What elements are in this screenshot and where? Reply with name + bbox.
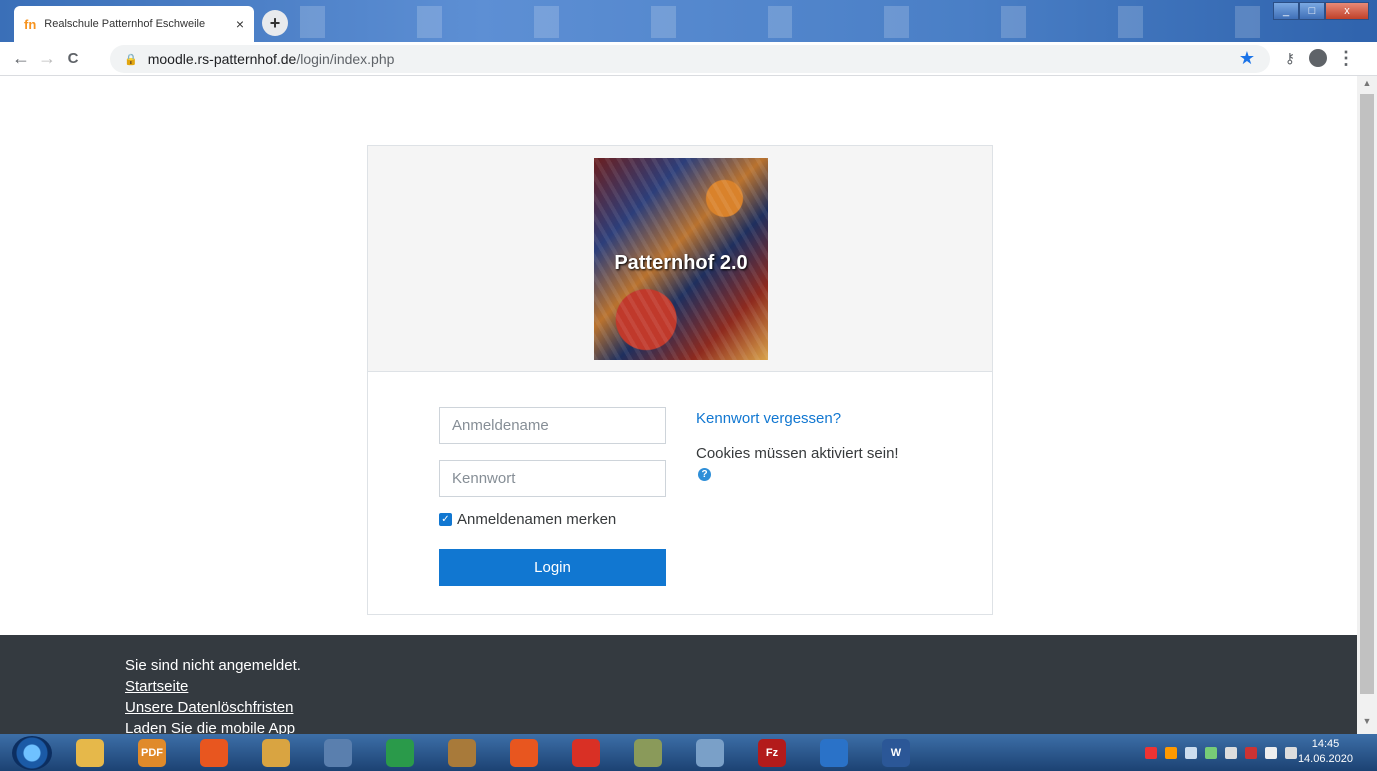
moodle-favicon-icon: fn [24, 16, 37, 32]
maximize-button[interactable]: □ [1299, 2, 1325, 20]
folder-icon [262, 738, 290, 767]
site-logo: Patternhof 2.0 [594, 158, 768, 360]
tool-app-icon [448, 738, 476, 767]
taskbar-firefox-2-icon[interactable] [500, 737, 548, 769]
address-bar: ← → C 🔒 moodle.rs-patternhof.de/login/in… [0, 42, 1377, 76]
minimize-button[interactable]: _ [1273, 2, 1299, 20]
login-side-info: Kennwort vergessen? Cookies müssen aktiv… [696, 410, 956, 481]
box-app-icon [696, 738, 724, 767]
logo-text: Patternhof 2.0 [614, 252, 748, 274]
cookies-notice: Cookies müssen aktiviert sein! [696, 445, 899, 462]
document-app-icon [324, 738, 352, 767]
login-status: Sie sind nicht angemeldet. [125, 657, 301, 674]
firefox-icon [200, 738, 228, 767]
volume-icon[interactable] [1285, 746, 1297, 759]
taskbar-green-app-icon[interactable] [376, 737, 424, 769]
new-tab-button[interactable]: + [262, 10, 288, 36]
scrollbar-thumb[interactable] [1360, 94, 1374, 694]
taskbar-word-icon[interactable]: W [872, 737, 920, 769]
remember-username-row[interactable]: ✓ Anmeldenamen merken [439, 511, 667, 528]
tab-close-icon[interactable]: × [236, 16, 244, 32]
clock-time: 14:45 [1311, 738, 1340, 750]
close-window-button[interactable]: x [1325, 2, 1369, 20]
taskbar-blue-app-icon[interactable] [810, 737, 858, 769]
file-explorer-icon [76, 738, 104, 767]
profile-avatar-icon[interactable] [1309, 49, 1327, 67]
page-viewport: Patternhof 2.0 Anmeldename Kennwort ✓ An… [0, 76, 1357, 734]
taskbar-firefox-icon[interactable] [190, 737, 238, 769]
windows-taskbar: PDF Fz W 14:45 14.06.2020 [0, 734, 1377, 771]
tray-icon[interactable] [1245, 746, 1257, 759]
taskbar-clock[interactable]: 14:45 14.06.2020 [1298, 737, 1353, 767]
filezilla-icon: Fz [758, 738, 786, 767]
url-path: /login/index.php [296, 51, 395, 67]
tray-icon[interactable] [1225, 746, 1237, 759]
password-input[interactable]: Kennwort [439, 460, 666, 497]
tray-icon[interactable] [1165, 746, 1177, 759]
footer-link-mobile-app[interactable]: Laden Sie die mobile App [125, 718, 1357, 734]
scroll-up-icon[interactable]: ▲ [1357, 78, 1377, 94]
chrome-icon [572, 738, 600, 767]
blue-app-icon [820, 738, 848, 767]
system-tray [1145, 734, 1297, 771]
pdf-app-icon: PDF [138, 738, 166, 767]
taskbar-file-explorer-icon[interactable] [66, 737, 114, 769]
login-form: Anmeldename Kennwort ✓ Anmeldenamen merk… [439, 407, 667, 586]
taskbar-box-app-icon[interactable] [686, 737, 734, 769]
forgot-password-link[interactable]: Kennwort vergessen? [696, 410, 956, 427]
url-domain: moodle.rs-patternhof.de [147, 51, 297, 67]
clock-date: 14.06.2020 [1297, 753, 1353, 765]
taskbar-folder-icon[interactable] [252, 737, 300, 769]
tab-title: Realschule Patternhof Eschweile [44, 18, 206, 30]
vertical-scrollbar[interactable]: ▲ ▼ [1357, 76, 1377, 734]
tray-icon[interactable] [1185, 746, 1197, 759]
browser-tab[interactable]: fn Realschule Patternhof Eschweile × [14, 6, 254, 42]
login-card-header: Patternhof 2.0 [368, 146, 992, 372]
forward-arrow-icon[interactable]: → [34, 48, 60, 69]
page-footer: Sie sind nicht angemeldet. Startseite Un… [0, 635, 1357, 734]
taskbar-apps: PDF Fz W [52, 737, 920, 769]
green-app-icon [386, 738, 414, 767]
login-card: Patternhof 2.0 Anmeldename Kennwort ✓ An… [367, 145, 993, 615]
reload-icon[interactable]: C [60, 50, 86, 67]
start-button-icon[interactable] [12, 735, 52, 770]
title-bar: fn Realschule Patternhof Eschweile × + _… [0, 0, 1377, 42]
taskbar-calc-app-icon[interactable] [624, 737, 672, 769]
footer-link-home[interactable]: Startseite [125, 676, 1357, 697]
username-input[interactable]: Anmeldename [439, 407, 666, 444]
word-icon: W [882, 738, 910, 767]
scroll-down-icon[interactable]: ▼ [1357, 716, 1377, 732]
remember-username-label: Anmeldenamen merken [457, 511, 617, 528]
back-arrow-icon[interactable]: ← [8, 48, 34, 69]
taskbar-chrome-icon[interactable] [562, 737, 610, 769]
url-field[interactable]: 🔒 moodle.rs-patternhof.de/login/index.ph… [110, 45, 1270, 73]
bookmark-star-icon[interactable]: ★ [1239, 48, 1255, 69]
background-window-strip [300, 6, 1261, 38]
taskbar-document-app-icon[interactable] [314, 737, 362, 769]
kebab-menu-icon[interactable]: ⋮ [1337, 48, 1355, 69]
lock-icon: 🔒 [124, 53, 138, 66]
firefox-2-icon [510, 738, 538, 767]
key-icon[interactable]: ⚷ [1285, 50, 1295, 67]
taskbar-pdf-app-icon[interactable]: PDF [128, 737, 176, 769]
taskbar-filezilla-icon[interactable]: Fz [748, 737, 796, 769]
taskbar-tool-app-icon[interactable] [438, 737, 486, 769]
login-button[interactable]: Login [439, 549, 666, 586]
window-controls: _ □ x [1273, 2, 1369, 20]
tray-icon[interactable] [1205, 746, 1217, 759]
network-signal-icon[interactable] [1265, 746, 1277, 759]
calc-app-icon [634, 738, 662, 767]
footer-link-data-retention[interactable]: Unsere Datenlöschfristen [125, 697, 1357, 718]
checkbox-checked-icon[interactable]: ✓ [439, 513, 452, 526]
help-icon[interactable]: ? [698, 468, 711, 481]
tray-icon[interactable] [1145, 746, 1157, 759]
